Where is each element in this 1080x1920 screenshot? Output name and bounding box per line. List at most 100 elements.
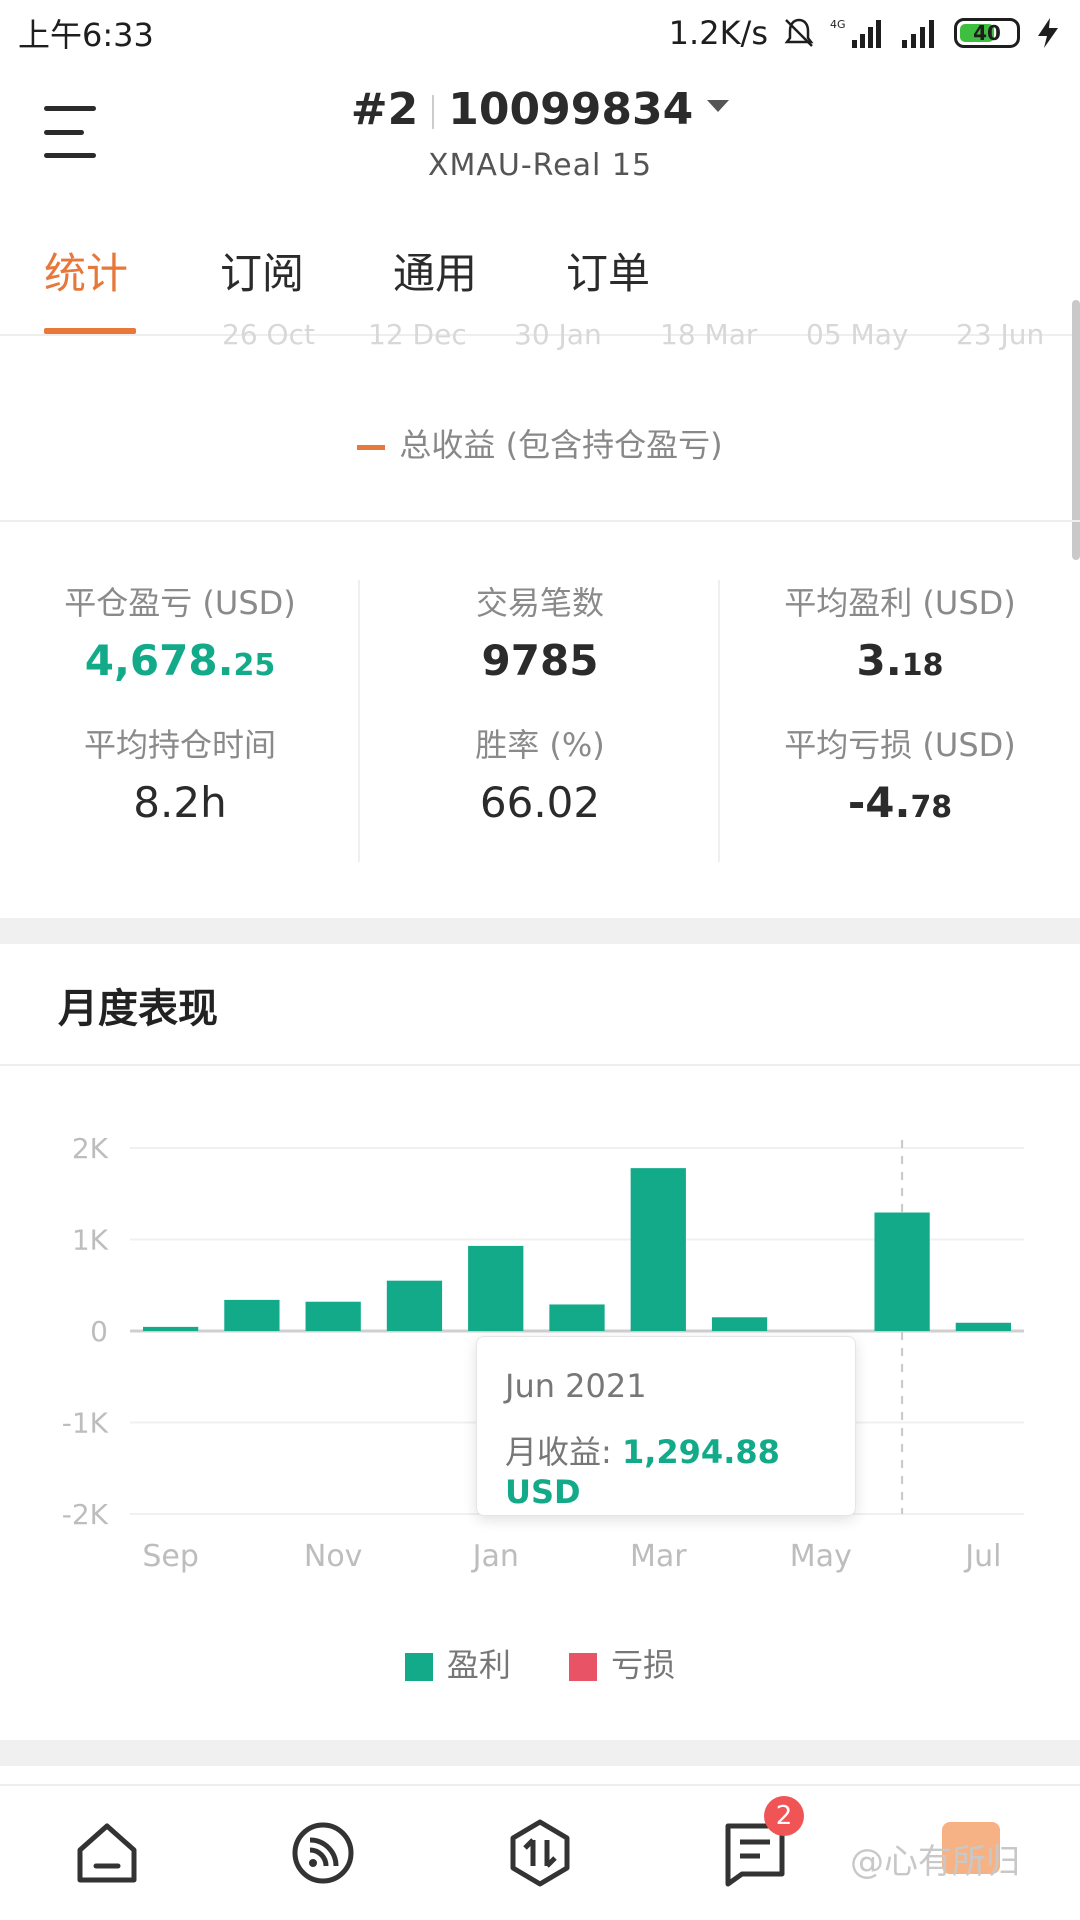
x-tick-label: Jul bbox=[963, 1539, 1001, 1574]
signal-4g-icon: 4G bbox=[830, 18, 881, 48]
top-chart-date: 23 Jun bbox=[956, 318, 1045, 351]
top-chart-x-axis: 26 Oct 12 Dec 30 Jan 18 Mar 05 May 23 Ju… bbox=[0, 318, 1080, 351]
bar bbox=[549, 1304, 605, 1331]
stat-label: 平均亏损 (USD) bbox=[784, 726, 1016, 764]
bar bbox=[630, 1168, 686, 1331]
top-chart-date: 12 Dec bbox=[368, 318, 467, 351]
bar bbox=[386, 1280, 443, 1331]
battery-level: 40 bbox=[973, 21, 1001, 45]
stat-label: 平均持仓时间 bbox=[83, 726, 276, 764]
legend-label: 盈利 bbox=[446, 1646, 511, 1684]
tooltip-label: 月收益: bbox=[505, 1433, 612, 1471]
stat-value: 8.2h bbox=[133, 778, 227, 827]
top-chart-date: 18 Mar bbox=[660, 318, 758, 351]
tab-stats[interactable]: 统计 bbox=[44, 240, 128, 301]
battery-icon: 40 bbox=[954, 18, 1020, 48]
stat-value: -4.78 bbox=[730, 778, 1070, 827]
svg-text:4G: 4G bbox=[830, 18, 846, 31]
tab-bar: 统计 订阅 通用 订单 bbox=[0, 196, 1080, 336]
stat-value-dec: 18 bbox=[901, 648, 944, 683]
watermark: @心有所归 bbox=[850, 1842, 1020, 1882]
message-badge: 2 bbox=[764, 1796, 804, 1836]
mute-icon bbox=[784, 18, 814, 47]
stat-label: 交易笔数 bbox=[475, 584, 604, 622]
app-header: #2 10099834 XMAU-Real 15 bbox=[0, 66, 1080, 196]
top-chart-date: 26 Oct bbox=[222, 318, 315, 351]
y-tick-label: 1K bbox=[72, 1224, 109, 1257]
account-server: XMAU-Real 15 bbox=[427, 148, 653, 183]
stat-value-dec: 78 bbox=[910, 790, 953, 825]
tab-general[interactable]: 通用 bbox=[393, 240, 477, 301]
stat-value-int: -4. bbox=[847, 778, 911, 827]
chart-legend: 盈利 亏损 bbox=[0, 1640, 1080, 1686]
y-tick-label: 0 bbox=[90, 1315, 108, 1348]
bar bbox=[143, 1326, 199, 1331]
status-bar: 上午6:33 1.2K/s 4G 40 bbox=[0, 0, 1080, 66]
stat-trades: 交易笔数 9785 bbox=[370, 578, 710, 685]
top-chart-legend-label: 总收益 (包含持仓盈亏) bbox=[399, 426, 723, 464]
account-selector[interactable]: #2 10099834 bbox=[0, 84, 1080, 135]
legend-label: 亏损 bbox=[611, 1646, 676, 1684]
bar bbox=[468, 1245, 524, 1331]
stat-win-rate: 胜率 (%) 66.02 bbox=[370, 720, 710, 827]
top-chart-date: 05 May bbox=[806, 318, 909, 351]
top-chart-legend[interactable]: 总收益 (包含持仓盈亏) bbox=[0, 420, 1080, 466]
stat-avg-profit: 平均盈利 (USD) 3.18 bbox=[730, 578, 1070, 685]
stat-avg-loss: 平均亏损 (USD) -4.78 bbox=[730, 720, 1070, 827]
bar bbox=[874, 1212, 930, 1331]
stat-avg-hold: 平均持仓时间 8.2h bbox=[10, 720, 350, 827]
legend-item-loss[interactable]: 亏损 bbox=[569, 1640, 675, 1686]
network-speed: 1.2K/s bbox=[668, 14, 768, 52]
y-tick-label: -2K bbox=[62, 1498, 109, 1531]
legend-line-swatch bbox=[357, 444, 386, 450]
bar bbox=[711, 1317, 768, 1331]
stat-label: 胜率 (%) bbox=[475, 726, 605, 764]
separator bbox=[432, 95, 435, 129]
section-gap bbox=[0, 918, 1080, 944]
divider bbox=[0, 520, 1080, 522]
bar bbox=[305, 1301, 361, 1331]
bar bbox=[224, 1299, 280, 1331]
stat-value: 3.18 bbox=[730, 636, 1070, 685]
signal-icon bbox=[902, 20, 934, 48]
chevron-down-icon bbox=[707, 100, 730, 112]
home-icon[interactable] bbox=[72, 1818, 142, 1888]
legend-swatch bbox=[404, 1653, 433, 1681]
stat-label: 平仓盈亏 (USD) bbox=[64, 584, 296, 622]
legend-item-profit[interactable]: 盈利 bbox=[404, 1640, 511, 1686]
x-tick-label: Sep bbox=[142, 1539, 199, 1574]
stat-value: 66.02 bbox=[479, 778, 601, 827]
chart-tooltip: Jun 2021 月收益: 1,294.88 USD bbox=[476, 1336, 856, 1516]
divider bbox=[0, 1064, 1080, 1066]
tooltip-row: 月收益: 1,294.88 USD bbox=[505, 1427, 827, 1511]
stat-value: 4,678.25 bbox=[10, 636, 350, 685]
feed-icon[interactable] bbox=[288, 1818, 358, 1888]
status-time: 上午6:33 bbox=[18, 16, 154, 54]
charging-icon bbox=[1038, 18, 1058, 48]
status-icons: 1.2K/s 4G 40 bbox=[669, 14, 1062, 52]
stat-closed-pnl: 平仓盈亏 (USD) 4,678.25 bbox=[10, 578, 350, 685]
stat-value-int: 4,678. bbox=[84, 636, 234, 685]
tab-subscribe[interactable]: 订阅 bbox=[220, 240, 304, 301]
section-gap bbox=[0, 1740, 1080, 1766]
account-index: #2 bbox=[350, 84, 419, 135]
x-tick-label: Jan bbox=[471, 1539, 519, 1574]
stat-value-dec: 25 bbox=[233, 648, 276, 683]
x-tick-label: Mar bbox=[630, 1539, 687, 1574]
x-tick-label: May bbox=[790, 1539, 852, 1574]
trade-icon[interactable] bbox=[505, 1818, 575, 1888]
stat-value: 9785 bbox=[481, 636, 599, 685]
divider bbox=[718, 580, 720, 862]
stats-grid: 平仓盈亏 (USD) 4,678.25 交易笔数 9785 平均盈利 (USD)… bbox=[0, 560, 1080, 890]
account-number: 10099834 bbox=[448, 84, 694, 135]
y-tick-label: 2K bbox=[72, 1132, 109, 1165]
section-title-monthly: 月度表现 bbox=[58, 986, 218, 1032]
stat-label: 平均盈利 (USD) bbox=[784, 584, 1016, 622]
stat-value-int: 3. bbox=[856, 636, 902, 685]
x-tick-label: Nov bbox=[304, 1539, 363, 1574]
tooltip-date: Jun 2021 bbox=[505, 1367, 647, 1405]
tab-orders[interactable]: 订单 bbox=[566, 240, 650, 301]
y-tick-label: -1K bbox=[62, 1407, 109, 1440]
top-chart-date: 30 Jan bbox=[514, 318, 602, 351]
divider bbox=[358, 580, 360, 862]
